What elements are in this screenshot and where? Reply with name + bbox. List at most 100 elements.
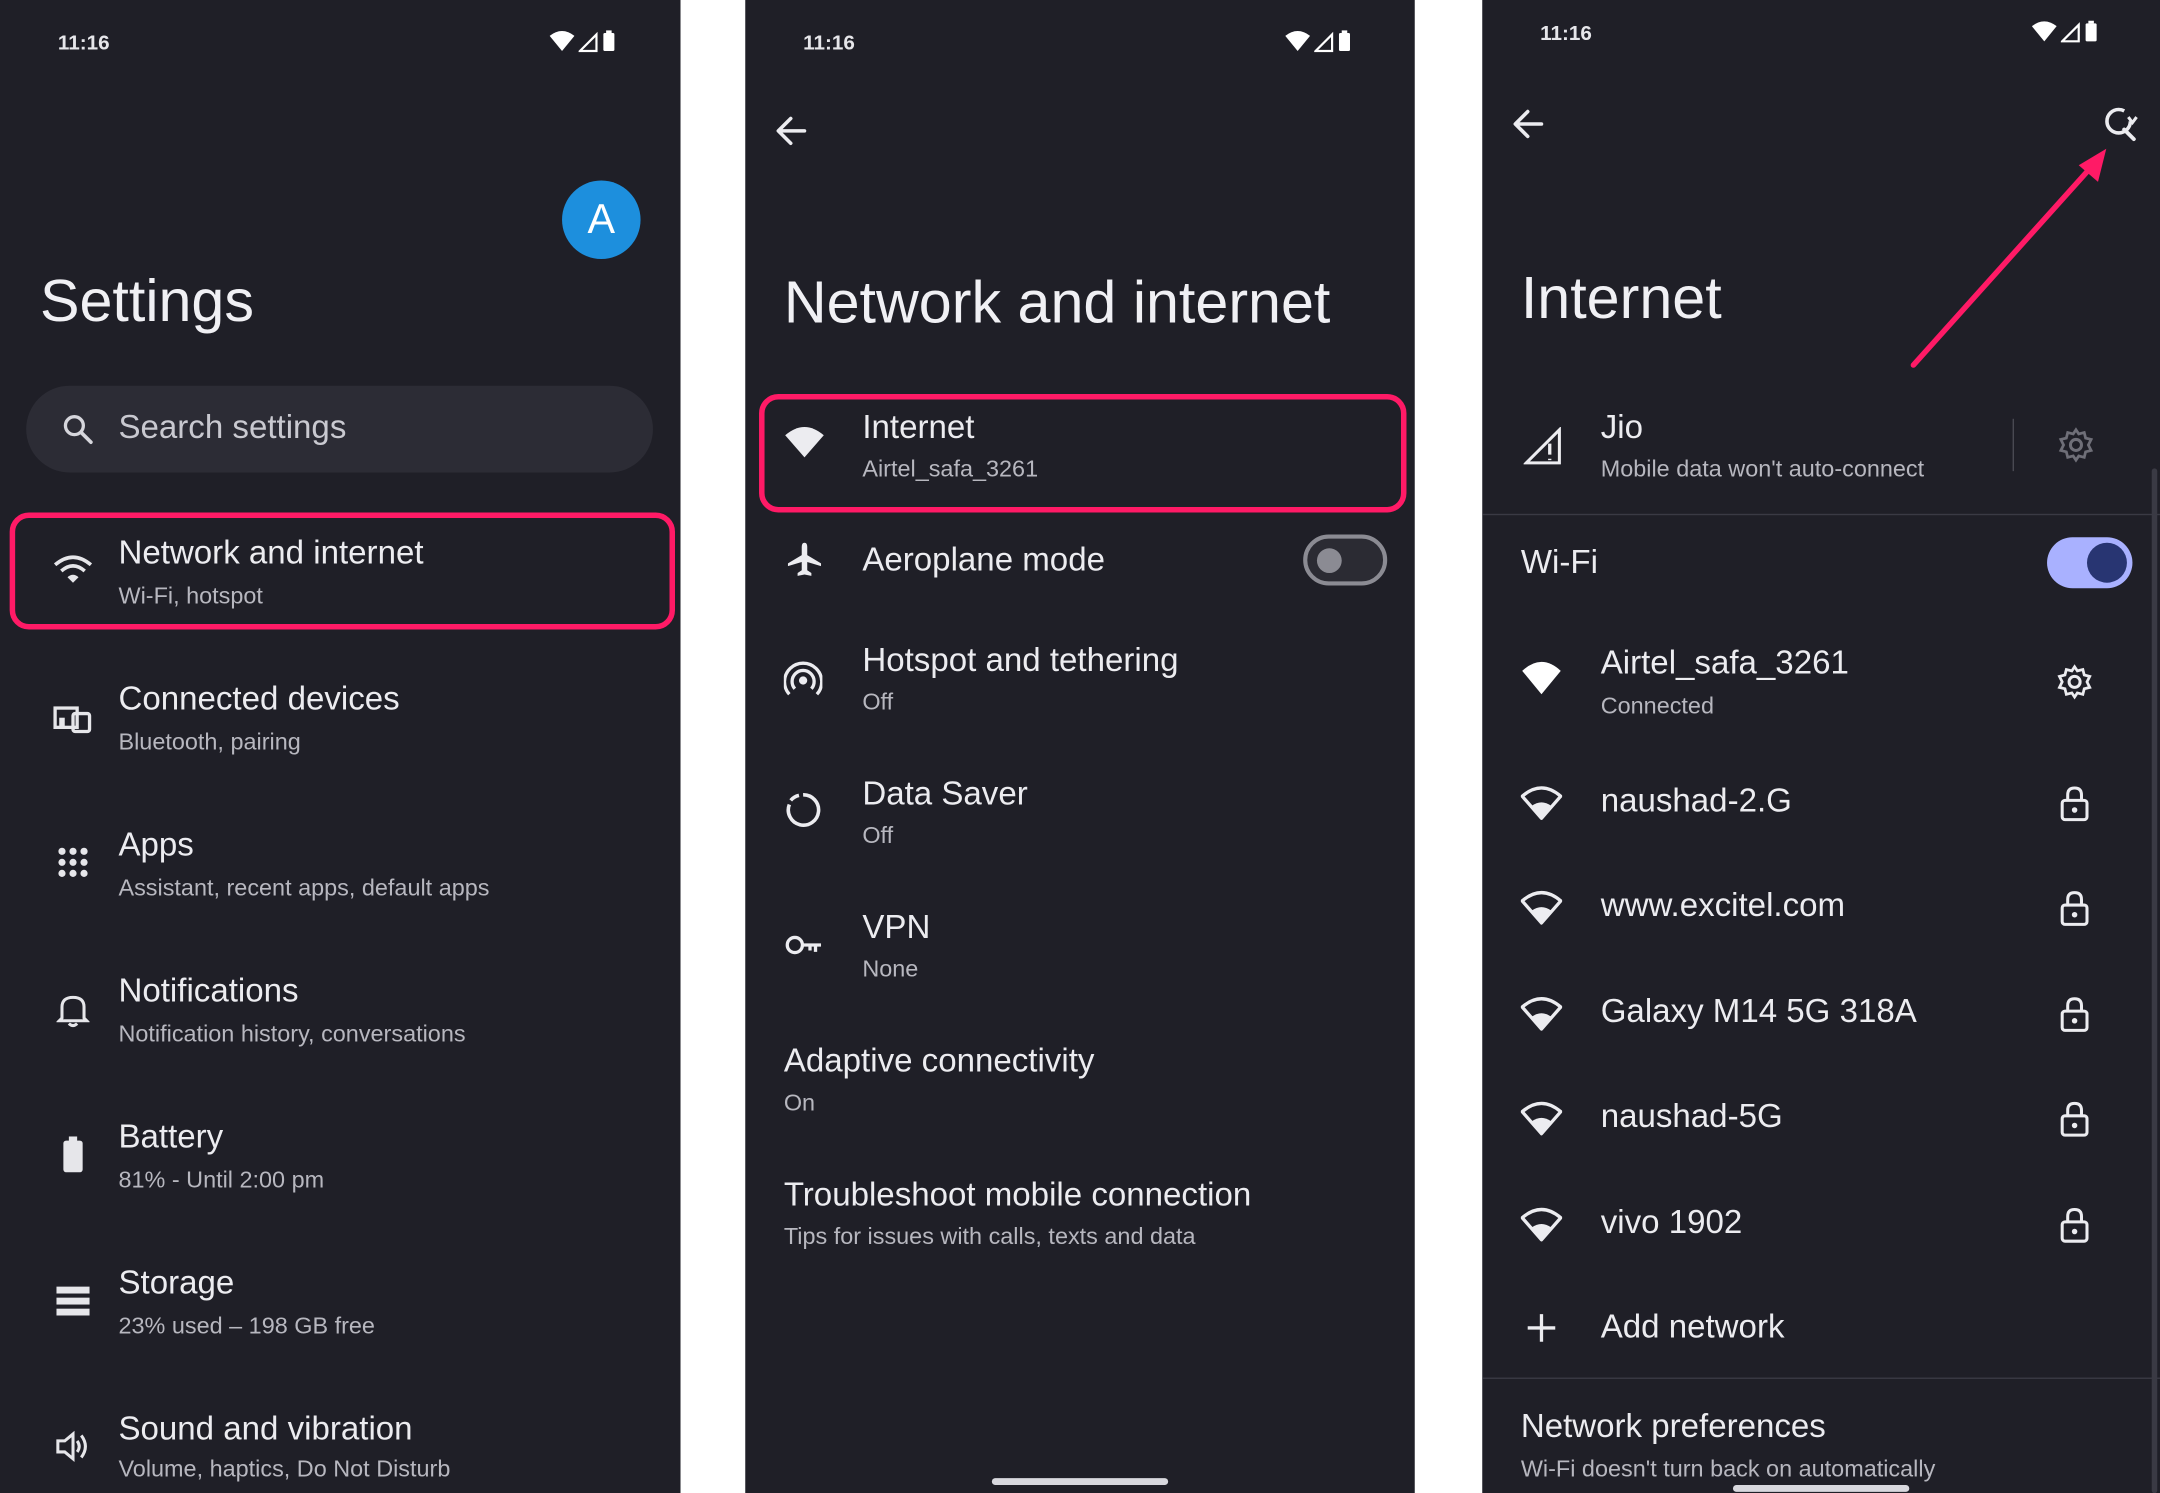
back-arrow-icon[interactable] [1511, 107, 1547, 140]
item-title: Notifications [118, 972, 299, 1010]
lock-icon [2060, 997, 2089, 1032]
search-input[interactable]: Search settings [26, 385, 653, 473]
prefs-subtitle: Wi-Fi doesn't turn back on automatically [1520, 1456, 1936, 1483]
vpn-key-icon [785, 935, 822, 955]
network-item-vpn[interactable]: VPN None [745, 901, 1414, 997]
battery-status-icon [1338, 30, 1350, 51]
add-network-button[interactable]: Add network [1482, 1291, 2160, 1368]
wifi-icon [1520, 1207, 1563, 1242]
item-title: Storage [118, 1264, 235, 1302]
devices-icon [53, 706, 92, 734]
wifi-network-row[interactable]: www.excitel.com [1482, 869, 2160, 946]
item-title: Hotspot and tethering [862, 641, 1179, 680]
plus-icon [1527, 1314, 1556, 1342]
item-title: Sound and vibration [118, 1410, 413, 1448]
aeroplane-toggle[interactable] [1303, 534, 1388, 586]
wifi-network-row[interactable]: naushad-5G [1482, 1080, 2160, 1157]
item-title: Aeroplane mode [862, 541, 1105, 579]
network-name: Galaxy M14 5G 318A [1600, 993, 1917, 1031]
status-icons [2031, 20, 2098, 43]
signal-status-icon [2060, 22, 2080, 43]
section-divider [1482, 513, 2160, 516]
avatar[interactable]: A [562, 180, 641, 259]
settings-item-battery[interactable]: Battery 81% - Until 2:00 pm [0, 1108, 681, 1213]
settings-item-storage[interactable]: Storage 23% used – 198 GB free [0, 1254, 681, 1359]
item-subtitle: Airtel_safa_3261 [862, 455, 1039, 483]
wifi-icon [1520, 997, 1563, 1031]
status-icons [549, 30, 616, 53]
network-preferences-row[interactable]: Network preferences Wi-Fi doesn't turn b… [1482, 1398, 2160, 1493]
network-item-hotspot[interactable]: Hotspot and tethering Off [745, 634, 1414, 730]
wifi-network-row[interactable]: naushad-2.G [1482, 765, 2160, 842]
settings-item-network[interactable]: Network and internet Wi-Fi, hotspot [0, 523, 681, 628]
wifi-network-row[interactable]: vivo 1902 [1482, 1186, 2160, 1263]
item-title: Connected devices [118, 680, 400, 718]
search-placeholder: Search settings [118, 409, 347, 447]
item-title: Data Saver [862, 775, 1028, 813]
page-title: Settings [39, 268, 254, 335]
page-title: Network and internet [783, 269, 1331, 337]
item-title: Battery [118, 1118, 224, 1156]
network-screen: 11:16 Network and internet Internet Airt… [745, 0, 1415, 1493]
item-subtitle: 81% - Until 2:00 pm [118, 1166, 325, 1193]
item-subtitle: Assistant, recent apps, default apps [118, 874, 490, 901]
mobile-subtitle: Mobile data won't auto-connect [1600, 455, 1925, 483]
wifi-status-icon [549, 30, 575, 51]
item-subtitle: Bluetooth, pairing [118, 728, 301, 755]
network-item-adaptive[interactable]: Adaptive connectivity On [745, 1035, 1414, 1131]
item-subtitle: Wi-Fi, hotspot [118, 582, 263, 609]
battery-status-icon [603, 30, 615, 51]
wifi-icon [53, 555, 93, 583]
status-time: 11:16 [1540, 22, 1592, 46]
item-subtitle: On [783, 1089, 816, 1116]
signal-icon [1523, 427, 1561, 465]
home-indicator[interactable] [991, 1478, 1169, 1485]
scrollbar[interactable] [2151, 468, 2158, 1493]
settings-item-apps[interactable]: Apps Assistant, recent apps, default app… [0, 816, 681, 921]
item-title: Network and internet [118, 534, 424, 572]
wifi-icon [1520, 891, 1563, 925]
item-title: Internet [862, 409, 975, 447]
network-name: naushad-2.G [1600, 782, 1792, 820]
add-network-label: Add network [1600, 1308, 1785, 1346]
wifi-network-row[interactable]: Galaxy M14 5G 318A [1482, 975, 2160, 1052]
mobile-network-row[interactable]: Jio Mobile data won't auto-connect [1482, 399, 2160, 495]
gear-icon[interactable] [2058, 427, 2094, 463]
status-icons [1285, 30, 1351, 53]
internet-screen: 11:16 Internet Jio Mobile data won't aut… [1482, 0, 2160, 1493]
back-arrow-icon[interactable] [774, 114, 810, 147]
storage-icon [56, 1286, 90, 1316]
mobile-name: Jio [1600, 409, 1643, 447]
data-saver-icon [786, 793, 821, 827]
item-title: VPN [862, 909, 931, 947]
status-time: 11:16 [57, 31, 110, 56]
lock-icon [2060, 1101, 2089, 1137]
network-item-data-saver[interactable]: Data Saver Off [745, 767, 1414, 863]
network-item-internet[interactable]: Internet Airtel_safa_3261 [745, 399, 1414, 506]
battery-status-icon [2085, 20, 2097, 42]
item-title: Troubleshoot mobile connection [783, 1176, 1252, 1214]
annotation-arrow [1910, 148, 2107, 368]
page-title: Internet [1520, 265, 1722, 332]
item-subtitle: Volume, haptics, Do Not Disturb [118, 1456, 451, 1483]
home-indicator[interactable] [1732, 1484, 1910, 1492]
bell-icon [56, 995, 90, 1028]
settings-item-connected-devices[interactable]: Connected devices Bluetooth, pairing [0, 669, 681, 774]
wifi-toggle-row[interactable]: Wi-Fi [1482, 530, 2160, 599]
item-subtitle: Tips for issues with calls, texts and da… [783, 1223, 1196, 1250]
wifi-icon [1520, 1101, 1563, 1136]
settings-item-sound[interactable]: Sound and vibration Volume, haptics, Do … [0, 1400, 681, 1493]
search-icon [63, 415, 93, 444]
network-item-aeroplane[interactable]: Aeroplane mode [745, 521, 1414, 604]
item-subtitle: Notification history, conversations [118, 1020, 466, 1047]
lock-icon [2060, 1207, 2089, 1243]
status-time: 11:16 [803, 31, 855, 56]
network-item-troubleshoot[interactable]: Troubleshoot mobile connection Tips for … [745, 1168, 1414, 1264]
settings-item-notifications[interactable]: Notifications Notification history, conv… [0, 962, 681, 1067]
signal-status-icon [1314, 31, 1334, 53]
lock-icon [2060, 891, 2089, 926]
item-title: Apps [118, 826, 194, 864]
wifi-toggle[interactable] [2047, 537, 2133, 589]
wifi-connected-row[interactable]: Airtel_safa_3261 Connected [1482, 636, 2160, 732]
gear-icon[interactable] [2057, 664, 2093, 700]
